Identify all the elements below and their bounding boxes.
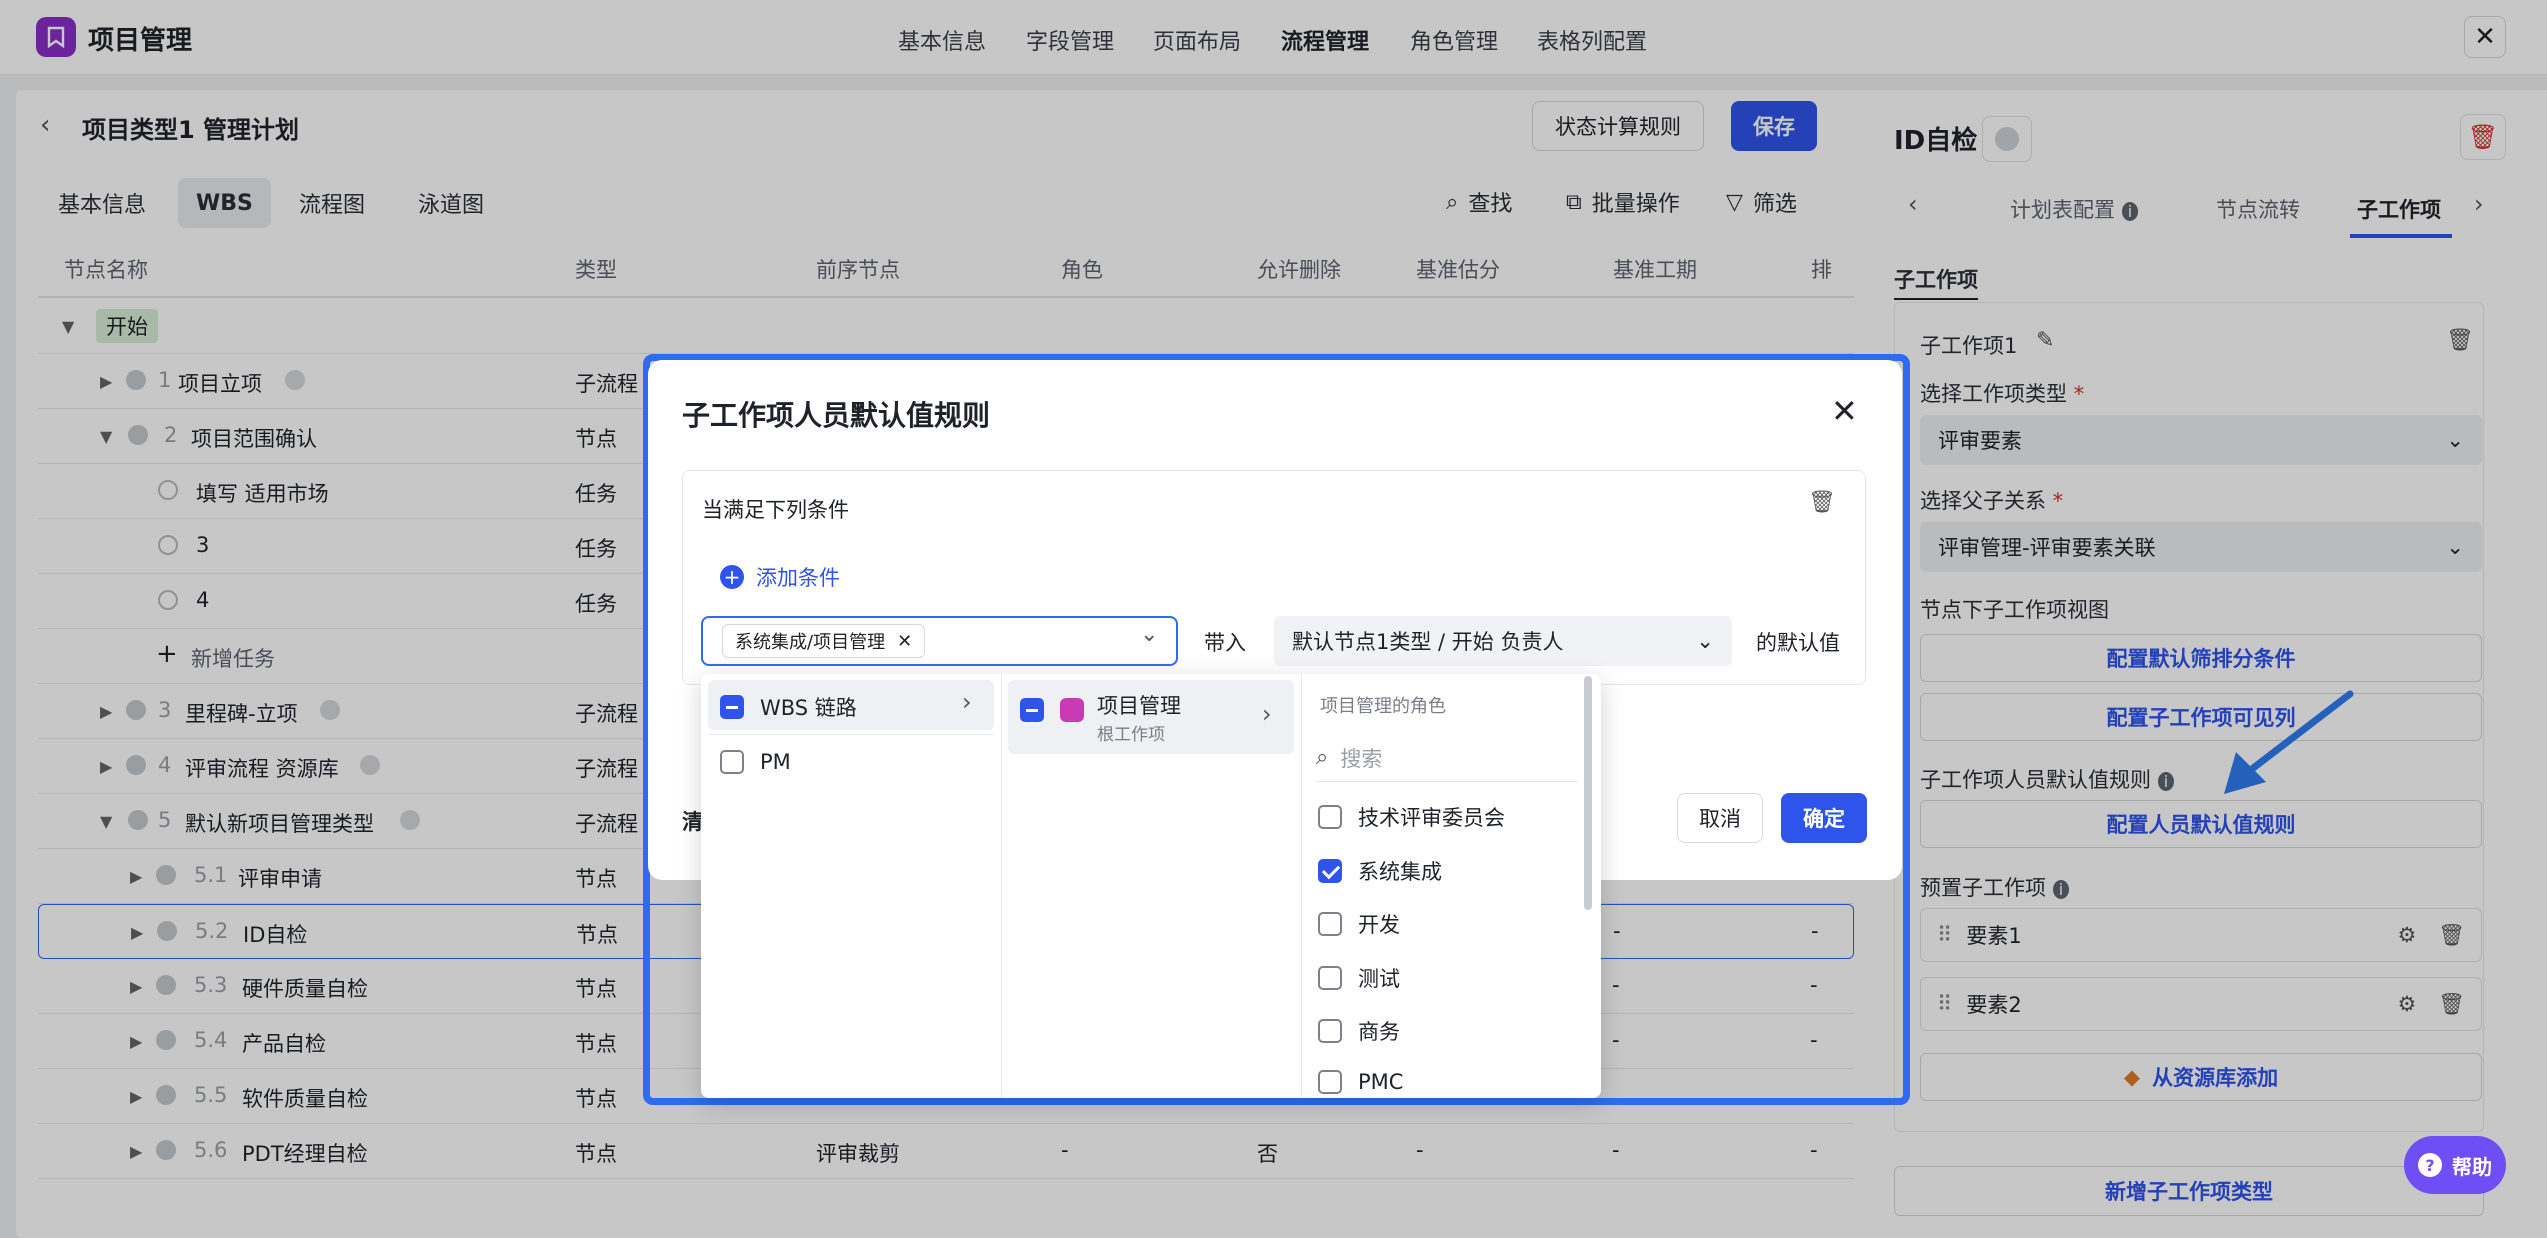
chevron-down-icon: ⌄ bbox=[1696, 629, 1714, 653]
node-field-select[interactable]: 默认节点1类型 / 开始 负责人 ⌄ bbox=[1274, 616, 1732, 666]
roles-header: 项目管理的角色 bbox=[1320, 696, 1446, 717]
add-condition-button[interactable]: + 添加条件 bbox=[720, 562, 840, 592]
chevron-down-icon[interactable]: ⌄ bbox=[1140, 622, 1158, 647]
checkbox-indeterminate-icon bbox=[720, 695, 744, 719]
role-option[interactable]: 系统集成 bbox=[1318, 856, 1442, 886]
project-icon bbox=[1060, 698, 1084, 722]
role-search-input[interactable]: ⌕ 搜索 bbox=[1316, 734, 1578, 782]
chevron-right-icon: › bbox=[1262, 700, 1272, 728]
trash-icon[interactable]: 🗑 bbox=[1808, 490, 1836, 515]
cancel-button[interactable]: 取消 bbox=[1677, 793, 1763, 843]
clear-button[interactable]: 清 bbox=[682, 806, 703, 836]
option-divider bbox=[708, 734, 994, 735]
cascader-option-wbs[interactable]: WBS 链路 bbox=[720, 692, 857, 722]
role-option[interactable]: 技术评审委员会 bbox=[1318, 802, 1505, 832]
default-suffix: 的默认值 bbox=[1756, 631, 1840, 655]
project-option-sub: 根工作项 bbox=[1097, 725, 1165, 745]
modal-title: 子工作项人员默认值规则 bbox=[682, 399, 991, 432]
column-divider bbox=[1301, 674, 1302, 1098]
close-icon[interactable]: ✕ bbox=[897, 631, 912, 652]
role-option[interactable]: 测试 bbox=[1318, 963, 1400, 993]
cascader-option-pm[interactable]: PM bbox=[720, 750, 791, 774]
search-icon: ⌕ bbox=[1316, 745, 1329, 770]
question-icon: ? bbox=[2418, 1153, 2442, 1177]
condition-label: 当满足下列条件 bbox=[702, 498, 849, 522]
project-option[interactable] bbox=[1020, 698, 1084, 722]
plus-circle-icon: + bbox=[720, 565, 744, 589]
bring-label: 带入 bbox=[1204, 631, 1246, 655]
project-option-title: 项目管理 bbox=[1097, 694, 1181, 718]
scrollbar[interactable] bbox=[1584, 676, 1592, 910]
column-divider bbox=[1001, 674, 1002, 1098]
help-button[interactable]: ? 帮助 bbox=[2404, 1136, 2506, 1194]
role-option[interactable]: PMC bbox=[1318, 1070, 1403, 1094]
role-option[interactable]: 开发 bbox=[1318, 909, 1400, 939]
close-icon[interactable]: ✕ bbox=[1831, 392, 1858, 430]
chevron-right-icon: › bbox=[962, 688, 972, 716]
checkbox-indeterminate-icon bbox=[1020, 698, 1044, 722]
role-option[interactable]: 商务 bbox=[1318, 1016, 1400, 1046]
checkbox-icon bbox=[720, 750, 744, 774]
confirm-button[interactable]: 确定 bbox=[1781, 793, 1867, 843]
selected-role-tag[interactable]: 系统集成/项目管理 ✕ bbox=[722, 624, 926, 658]
